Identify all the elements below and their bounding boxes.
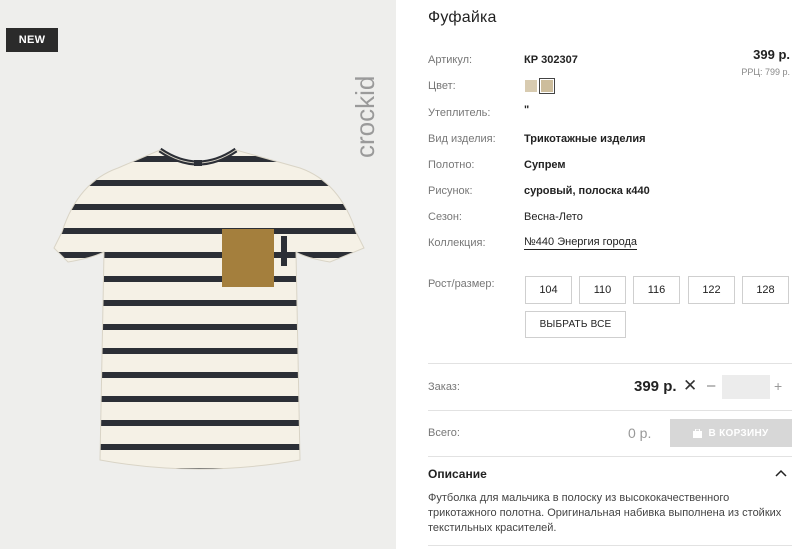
collection-link[interactable]: №440 Энергия города (524, 236, 638, 250)
attr-value-insulation: " (524, 104, 530, 116)
order-price: 399 р. (634, 378, 677, 395)
close-icon[interactable]: ✕ (683, 376, 697, 396)
product-rrp: РРЦ: 799 р. (741, 67, 790, 77)
attr-label-article: Артикул: (428, 54, 473, 66)
order-label: Заказ: (428, 381, 460, 393)
attr-value-article: КР 302307 (524, 54, 578, 66)
size-label: Рост/размер: (428, 278, 495, 290)
add-to-cart-label: В КОРЗИНУ (708, 427, 769, 439)
size-button-128[interactable]: 128 (742, 276, 789, 304)
select-all-sizes-button[interactable]: ВЫБРАТЬ ВСЕ (525, 311, 626, 338)
size-button-110[interactable]: 110 (579, 276, 626, 304)
product-title: Фуфайка (428, 9, 497, 26)
quantity-increase-button[interactable]: + (774, 376, 782, 396)
cart-icon (693, 428, 703, 438)
attr-label-season: Сезон: (428, 211, 462, 223)
attr-value-type: Трикотажные изделия (524, 133, 646, 145)
quantity-decrease-button[interactable]: – (707, 376, 715, 396)
shirt-pocket (222, 229, 274, 287)
divider (428, 456, 792, 457)
attr-label-insulation: Утеплитель: (428, 107, 491, 119)
total-label: Всего: (428, 427, 460, 439)
divider (428, 363, 792, 364)
divider (428, 545, 792, 546)
color-swatch-selected[interactable] (539, 78, 555, 94)
size-button-122[interactable]: 122 (688, 276, 735, 304)
color-swatch-light[interactable] (525, 80, 537, 92)
total-value: 0 р. (628, 425, 652, 441)
attr-value-fabric: Супрем (524, 159, 566, 171)
attr-label-fabric: Полотно: (428, 159, 475, 171)
size-button-116[interactable]: 116 (633, 276, 680, 304)
svg-text:crockid: crockid (350, 76, 380, 158)
attr-label-collection: Коллекция: (428, 237, 486, 249)
add-to-cart-button[interactable]: В КОРЗИНУ (670, 419, 792, 447)
attr-value-pattern: суровый, полоска к440 (524, 185, 650, 197)
quantity-input[interactable] (722, 375, 770, 399)
attr-label-color: Цвет: (428, 80, 456, 92)
attr-value-season: Весна-Лето (524, 211, 583, 223)
product-details: Фуфайка 399 р. РРЦ: 799 р. Артикул: КР 3… (428, 0, 792, 549)
brand-logo: crockid (350, 76, 380, 158)
attr-label-type: Вид изделия: (428, 133, 496, 145)
product-image[interactable]: NEW crockid (0, 0, 396, 549)
chevron-up-icon[interactable] (774, 466, 788, 480)
new-badge: NEW (6, 28, 58, 52)
divider (428, 410, 792, 411)
attr-label-pattern: Рисунок: (428, 185, 473, 197)
tshirt-illustration (53, 147, 365, 470)
size-button-104[interactable]: 104 (525, 276, 572, 304)
description-text: Футболка для мальчика в полоску из высок… (428, 492, 782, 534)
description-title[interactable]: Описание (428, 467, 487, 481)
product-price: 399 р. (753, 47, 790, 62)
